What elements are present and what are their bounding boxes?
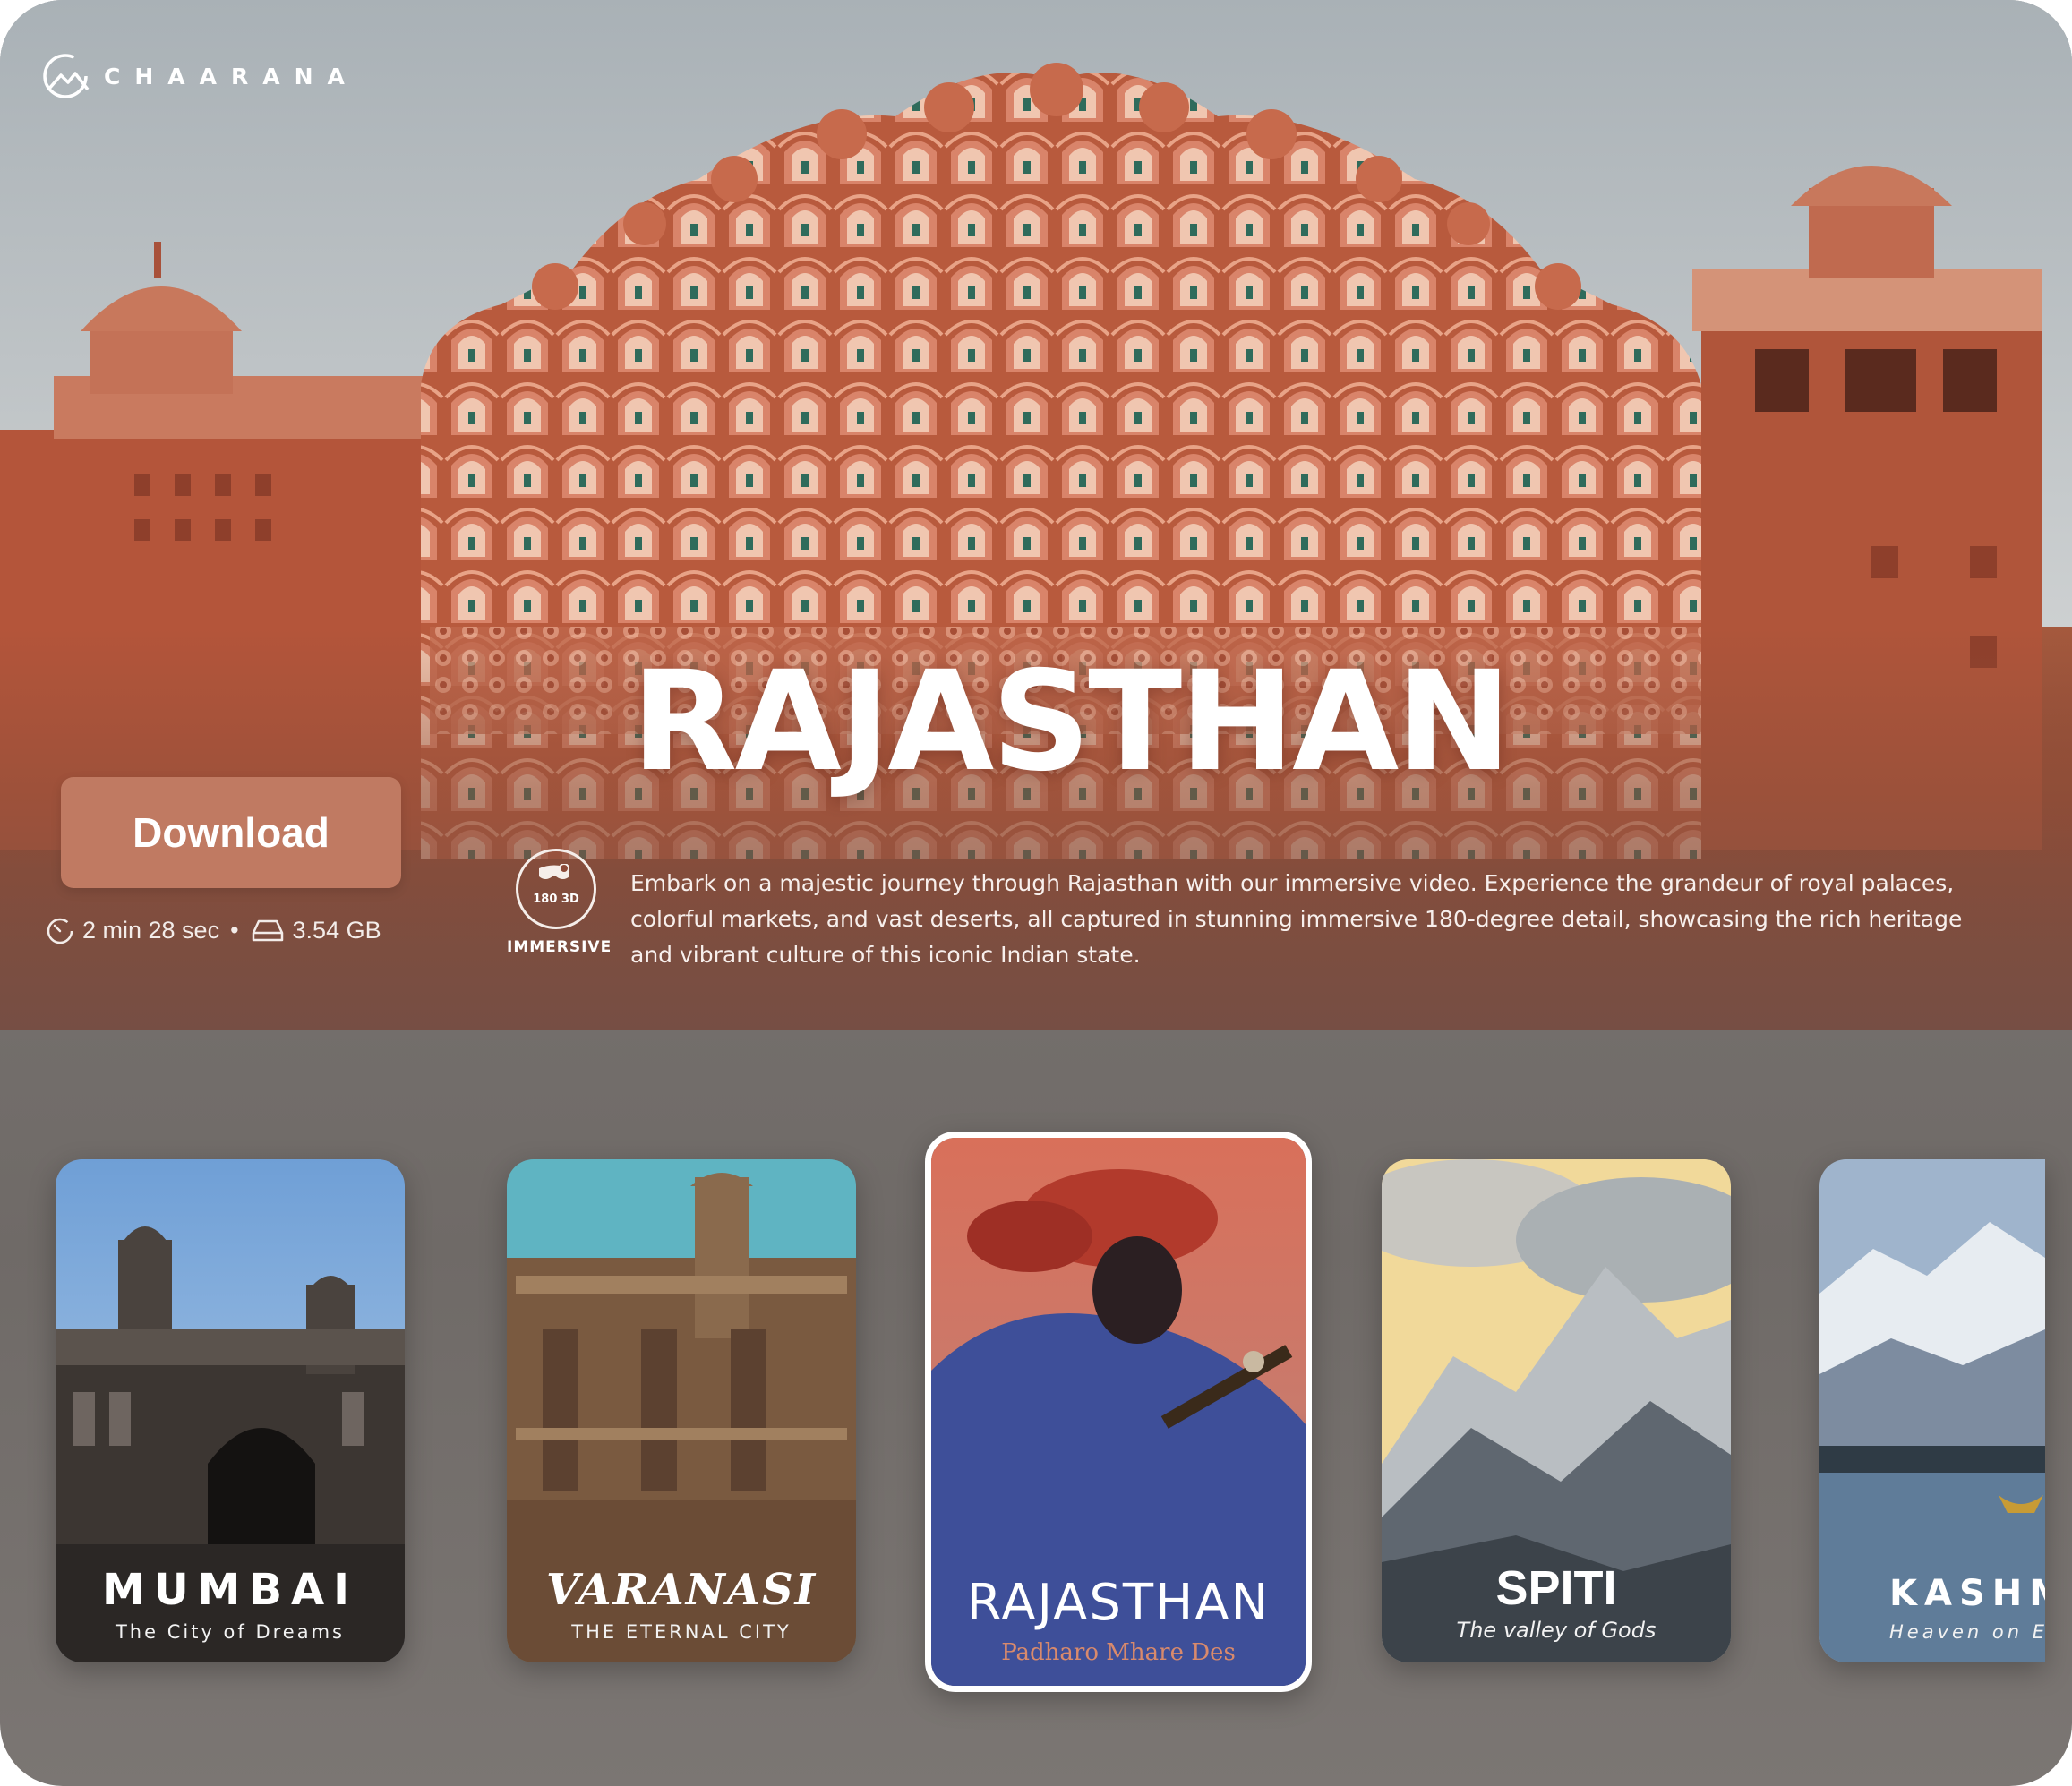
duration-text: 2 min 28 sec — [82, 916, 220, 944]
mountain-circle-logo-icon — [43, 54, 90, 98]
destination-card-kashmir[interactable]: KASHM Heaven on E — [1819, 1159, 2045, 1662]
immersive-badge-text: 180 3D — [533, 892, 579, 906]
app-window: CHAARANA RAJASTHAN Download 2 min 28 sec… — [0, 0, 2072, 1786]
card-subtitle: Heaven on E — [1889, 1621, 2045, 1643]
hero-banner: CHAARANA RAJASTHAN Download 2 min 28 sec… — [0, 0, 2072, 1030]
destination-card-mumbai[interactable]: MUMBAI The City of Dreams — [56, 1159, 405, 1662]
video-meta: 2 min 28 sec • 3.54 GB — [45, 915, 381, 945]
destination-card-spiti[interactable]: SPITI The valley of Gods — [1382, 1159, 1731, 1662]
card-subtitle: The City of Dreams — [115, 1621, 345, 1643]
immersive-180-icon: 180 3D — [516, 849, 596, 929]
card-subtitle: THE ETERNAL CITY — [571, 1621, 792, 1643]
brand-logo[interactable]: CHAARANA — [39, 50, 359, 102]
card-caption: KASHM Heaven on E — [1819, 1575, 2045, 1662]
card-caption: MUMBAI The City of Dreams — [56, 1564, 405, 1662]
meta-separator: • — [230, 916, 239, 944]
card-title: RAJASTHAN — [966, 1574, 1271, 1633]
card-title: KASHM — [1889, 1573, 2045, 1614]
file-size-text: 3.54 GB — [292, 916, 381, 944]
destination-card-varanasi[interactable]: VARANASI THE ETERNAL CITY — [507, 1159, 856, 1662]
card-caption: RAJASTHAN Padharo Mhare Des — [931, 1577, 1306, 1686]
card-title: MUMBAI — [101, 1564, 359, 1615]
destination-card-rajasthan[interactable]: RAJASTHAN Padharo Mhare Des — [925, 1132, 1312, 1692]
brand-name: CHAARANA — [104, 63, 359, 90]
card-subtitle: The valley of Gods — [1456, 1618, 1657, 1643]
hero-title: RAJASTHAN — [631, 642, 1511, 802]
immersive-badge: 180 3D IMMERSIVE — [507, 849, 612, 956]
timer-icon — [47, 918, 73, 944]
card-title: SPITI — [1495, 1561, 1617, 1616]
headset-icon — [539, 864, 569, 879]
download-button[interactable]: Download — [61, 777, 401, 888]
card-title: VARANASI — [545, 1564, 818, 1615]
storage-drive-icon — [252, 919, 283, 942]
hero-description: Embark on a majestic journey through Raj… — [630, 870, 1963, 968]
immersive-label: IMMERSIVE — [507, 938, 612, 956]
card-caption: SPITI The valley of Gods — [1382, 1563, 1731, 1662]
card-subtitle: Padharo Mhare Des — [1001, 1639, 1236, 1666]
card-caption: VARANASI THE ETERNAL CITY — [507, 1564, 856, 1662]
